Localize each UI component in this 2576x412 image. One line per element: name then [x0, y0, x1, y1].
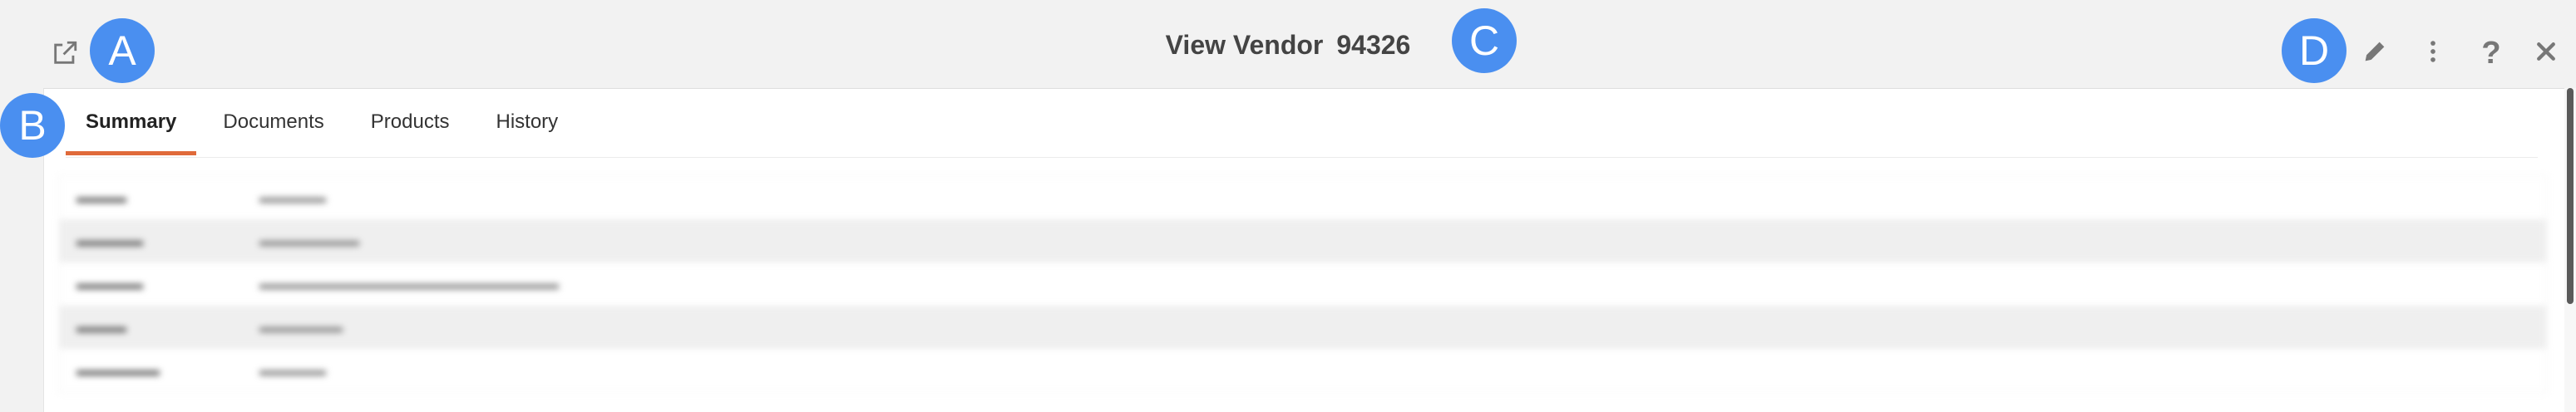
- annotation-marker-b: B: [0, 93, 65, 158]
- vendor-panel: Summary Documents Products History ▬▬▬ ▬▬…: [43, 88, 2571, 412]
- edit-button[interactable]: [2355, 33, 2395, 73]
- detail-row: ▬▬▬▬ ▬▬▬▬▬▬▬▬▬▬▬▬▬▬▬▬▬▬: [76, 274, 559, 293]
- vertical-ellipsis-icon: [2419, 37, 2447, 70]
- summary-details-blurred: ▬▬▬ ▬▬▬▬ ▬▬▬▬ ▬▬▬▬▬▬ ▬▬▬▬ ▬▬▬▬▬▬▬▬▬▬▬▬▬▬▬▬▬…: [59, 175, 2547, 393]
- more-options-button[interactable]: [2413, 33, 2453, 73]
- close-x-icon: [2534, 39, 2559, 68]
- tabs-divider: [66, 157, 2538, 158]
- help-button[interactable]: ?: [2471, 33, 2511, 73]
- question-mark-icon: ?: [2481, 35, 2501, 71]
- close-button[interactable]: [2526, 33, 2566, 73]
- page-title: View Vendor 94326: [0, 30, 2576, 61]
- annotation-marker-c: C: [1452, 8, 1517, 73]
- title-text: View Vendor: [1165, 30, 1324, 60]
- pencil-icon: [2361, 37, 2389, 70]
- tab-history[interactable]: History: [476, 89, 579, 155]
- tab-products[interactable]: Products: [351, 89, 470, 155]
- vendor-id: 94326: [1336, 30, 1411, 60]
- tab-documents[interactable]: Documents: [203, 89, 343, 155]
- detail-row: ▬▬▬ ▬▬▬▬▬: [60, 306, 2546, 349]
- tab-bar: Summary Documents Products History: [66, 89, 585, 155]
- detail-row: ▬▬▬▬▬ ▬▬▬▬: [76, 360, 326, 380]
- annotation-marker-d: D: [2282, 18, 2347, 83]
- tab-summary[interactable]: Summary: [66, 89, 197, 155]
- detail-row: ▬▬▬▬ ▬▬▬▬▬▬: [60, 219, 2546, 262]
- scrollbar-thumb[interactable]: [2567, 88, 2574, 304]
- detail-row: ▬▬▬ ▬▬▬▬: [76, 188, 326, 207]
- vertical-scrollbar[interactable]: [2564, 88, 2576, 412]
- dialog-header: A View Vendor 94326 C D ?: [0, 0, 2576, 90]
